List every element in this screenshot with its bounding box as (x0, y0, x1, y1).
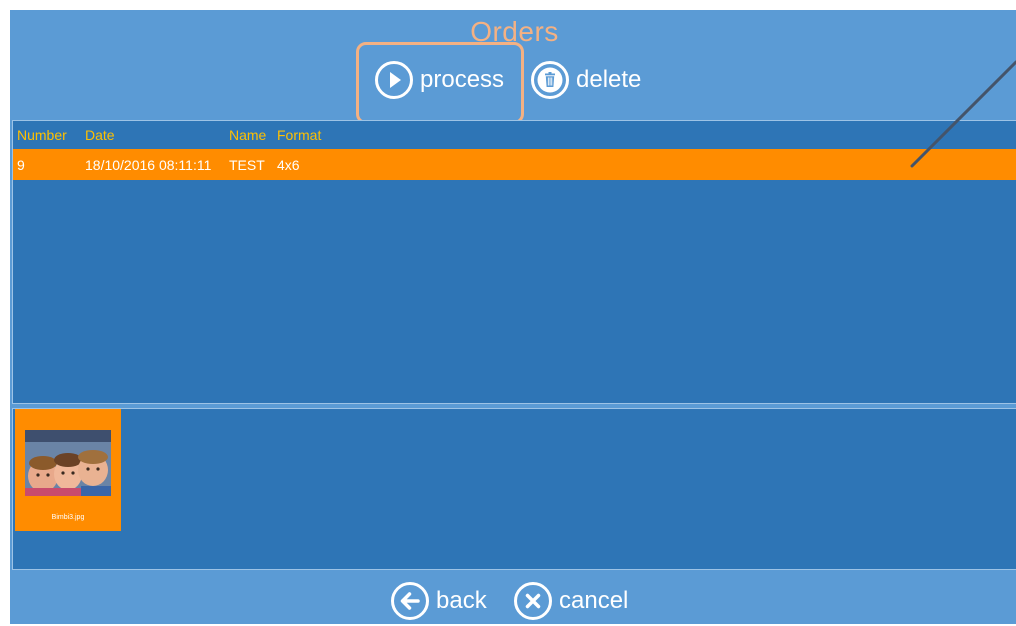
column-header-name[interactable]: Name (229, 127, 266, 143)
process-label: process (420, 66, 505, 93)
column-header-number[interactable]: Number (17, 127, 67, 143)
delete-label: delete (576, 66, 642, 93)
column-header-format[interactable]: Format (277, 127, 321, 143)
back-button[interactable]: back (390, 581, 487, 621)
order-format: 4x6 (277, 157, 300, 173)
photo-image (25, 430, 111, 496)
order-row[interactable]: 9 18/10/2016 08:11:11 TEST 4x6 (13, 149, 1016, 180)
orders-window: Orders process delete Number Date Name F… (10, 10, 1016, 624)
order-number: 9 (17, 157, 25, 173)
order-date: 18/10/2016 08:11:11 (85, 157, 212, 173)
trash-circle-icon (531, 61, 569, 99)
delete-button[interactable]: delete (530, 60, 641, 100)
page-title: Orders (470, 16, 559, 47)
process-button[interactable]: process (374, 60, 504, 100)
photo-strip: Bimbi3.jpg (12, 408, 1016, 570)
orders-list-header: Number Date Name Format (13, 121, 1016, 150)
photo-filename: Bimbi3.jpg (51, 514, 85, 521)
cancel-button[interactable]: cancel (513, 581, 628, 621)
orders-list: Number Date Name Format 9 18/10/2016 08:… (12, 120, 1016, 404)
play-circle-icon (375, 61, 413, 99)
photo-thumbnail[interactable]: Bimbi3.jpg (15, 409, 121, 531)
arrow-left-circle-icon (391, 582, 429, 620)
cancel-label: cancel (559, 587, 629, 614)
back-label: back (436, 587, 487, 614)
x-circle-icon (514, 582, 552, 620)
column-header-date[interactable]: Date (85, 127, 115, 143)
order-name: TEST (229, 157, 265, 173)
